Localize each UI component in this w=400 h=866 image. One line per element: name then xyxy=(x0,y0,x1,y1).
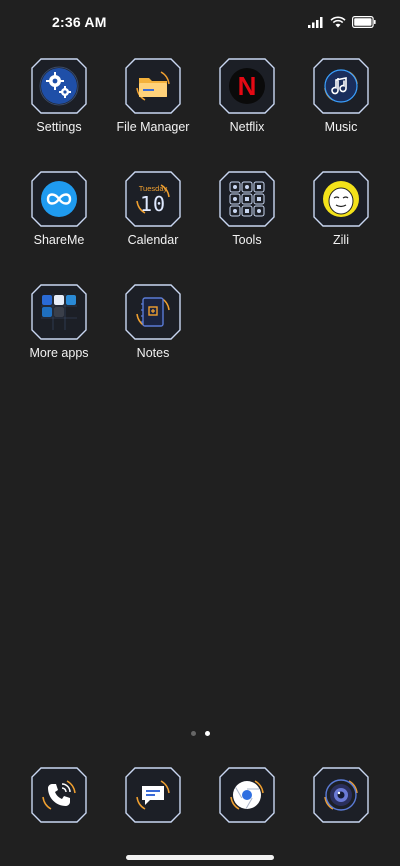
apps-folder-icon xyxy=(41,294,77,330)
tools-folder-icon xyxy=(229,181,265,217)
zili-icon-frame[interactable] xyxy=(313,171,369,227)
app-more-apps[interactable]: More apps xyxy=(12,284,106,397)
notes-icon-frame[interactable] xyxy=(125,284,181,340)
music-icon-frame[interactable] xyxy=(313,58,369,114)
more-apps-icon-frame[interactable] xyxy=(31,284,87,340)
home-screen: 2:36 AM Settings File Manager N Netflix … xyxy=(0,0,400,866)
app-row: More apps Notes xyxy=(12,284,388,397)
app-settings[interactable]: Settings xyxy=(12,58,106,171)
app-label: More apps xyxy=(29,346,89,360)
notes-icon xyxy=(141,297,164,327)
infinity-icon xyxy=(41,181,77,217)
folder-icon xyxy=(139,78,167,97)
phone-icon xyxy=(48,783,71,806)
phone-icon-frame[interactable] xyxy=(31,767,87,823)
app-label: Netflix xyxy=(229,120,265,134)
wifi-icon xyxy=(330,16,346,28)
app-row: ShareMe Tuesday 10 Calendar Tools Zili xyxy=(12,171,388,284)
app-label: ShareMe xyxy=(33,233,85,247)
zili-face-icon xyxy=(323,181,359,217)
battery-icon xyxy=(352,16,376,28)
app-calendar[interactable]: Tuesday 10 Calendar xyxy=(106,171,200,284)
app-tools[interactable]: Tools xyxy=(200,171,294,284)
netflix-icon-frame[interactable]: N xyxy=(219,58,275,114)
app-label: Notes xyxy=(136,346,170,360)
music-note-icon xyxy=(324,69,358,103)
app-shareme[interactable]: ShareMe xyxy=(12,171,106,284)
netflix-letter: N xyxy=(237,70,257,101)
calendar-icon-frame[interactable]: Tuesday 10 xyxy=(125,171,181,227)
settings-icon-frame[interactable] xyxy=(31,58,87,114)
app-grid: Settings File Manager N Netflix Music Sh… xyxy=(12,58,388,397)
messages-icon-frame[interactable] xyxy=(125,767,181,823)
dock-messages[interactable] xyxy=(106,767,200,823)
app-label: Calendar xyxy=(127,233,179,247)
app-row: Settings File Manager N Netflix Music xyxy=(12,58,388,171)
page-indicator xyxy=(0,731,400,736)
app-label: Tools xyxy=(232,233,262,247)
app-zili[interactable]: Zili xyxy=(294,171,388,284)
dock-phone[interactable] xyxy=(12,767,106,823)
netflix-icon: N xyxy=(229,68,265,104)
app-label: File Manager xyxy=(116,120,190,134)
camera-icon xyxy=(325,779,357,811)
calendar-date: 10 xyxy=(139,191,167,216)
app-file-manager[interactable]: File Manager xyxy=(106,58,200,171)
tools-icon-frame[interactable] xyxy=(219,171,275,227)
camera-icon-frame[interactable] xyxy=(313,767,369,823)
app-label: Settings xyxy=(36,120,82,134)
app-label: Music xyxy=(324,120,358,134)
chrome-icon xyxy=(233,781,261,809)
status-time: 2:36 AM xyxy=(52,14,107,30)
app-notes[interactable]: Notes xyxy=(106,284,200,397)
home-indicator[interactable] xyxy=(126,855,274,860)
status-bar: 2:36 AM xyxy=(0,0,400,44)
page-dot[interactable] xyxy=(190,731,196,736)
file-manager-icon-frame[interactable] xyxy=(125,58,181,114)
status-icons xyxy=(308,14,376,30)
message-icon xyxy=(142,786,164,805)
dock-chrome[interactable] xyxy=(200,767,294,823)
app-netflix[interactable]: N Netflix xyxy=(200,58,294,171)
app-music[interactable]: Music xyxy=(294,58,388,171)
gear-icon xyxy=(41,68,77,104)
chrome-icon-frame[interactable] xyxy=(219,767,275,823)
shareme-icon-frame[interactable] xyxy=(31,171,87,227)
page-dot-active[interactable] xyxy=(204,731,210,736)
calendar-icon: Tuesday 10 xyxy=(131,184,175,215)
signal-icon xyxy=(308,17,323,28)
app-label: Zili xyxy=(333,233,349,247)
dock-camera[interactable] xyxy=(294,767,388,823)
dock xyxy=(12,767,388,823)
